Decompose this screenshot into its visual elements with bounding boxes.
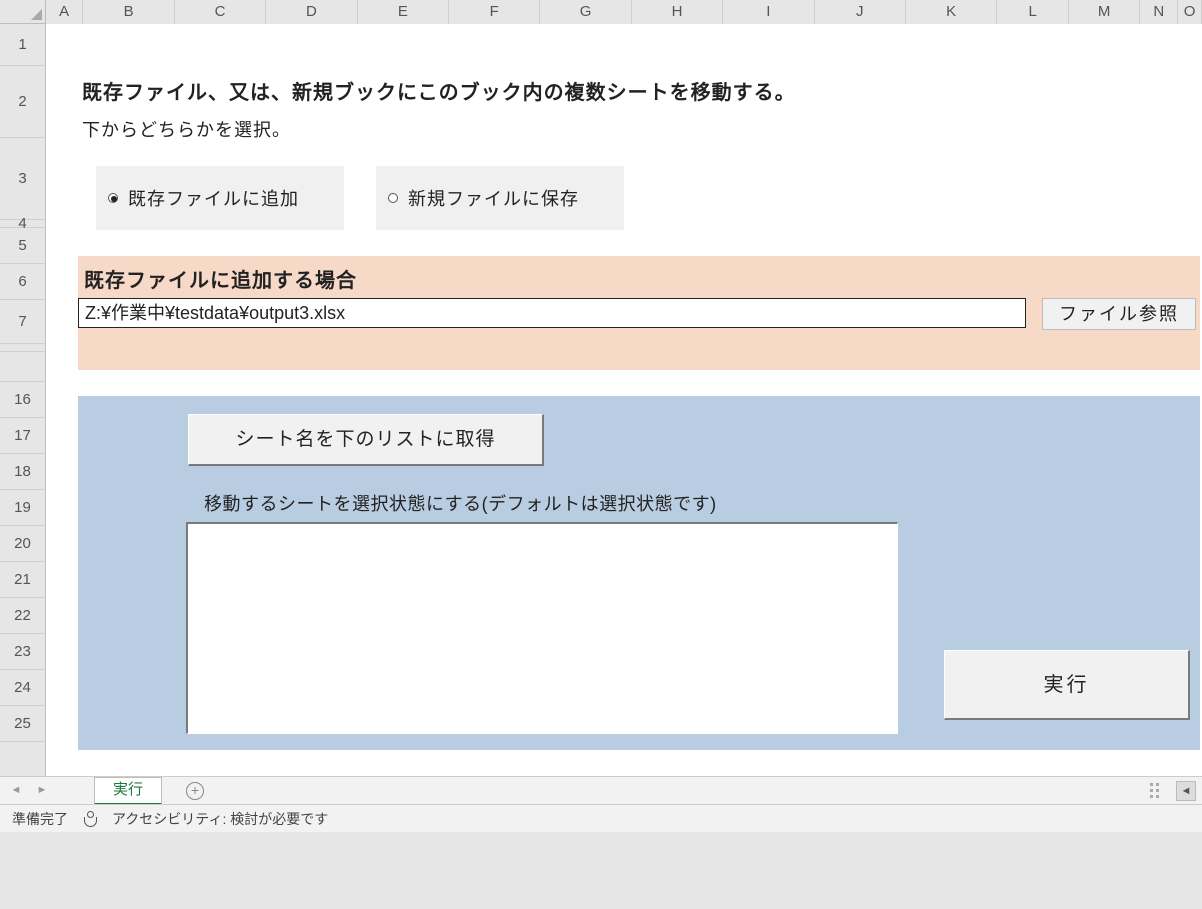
column-header[interactable]: E xyxy=(358,0,449,24)
column-header[interactable]: B xyxy=(83,0,174,24)
page-subtitle: 下からどちらかを選択。 xyxy=(82,116,291,142)
accessibility-icon[interactable] xyxy=(82,811,98,827)
excel-window: ABCDEFGHIJKLMNO 123456716171819202122232… xyxy=(0,0,1202,909)
column-header[interactable]: H xyxy=(632,0,723,24)
get-sheet-names-button[interactable]: シート名を下のリストに取得 xyxy=(188,414,544,466)
row-header[interactable]: 6 xyxy=(0,264,45,300)
row-header[interactable]: 24 xyxy=(0,670,45,706)
row-header[interactable]: 22 xyxy=(0,598,45,634)
column-header[interactable]: O xyxy=(1178,0,1202,24)
add-sheet-button[interactable]: + xyxy=(186,782,204,800)
column-header-row: ABCDEFGHIJKLMNO xyxy=(0,0,1202,24)
hscroll-left-button[interactable]: ◄ xyxy=(1176,781,1196,801)
tab-nav-next-icon[interactable]: ► xyxy=(32,781,52,801)
column-header[interactable]: K xyxy=(906,0,997,24)
radio-new-file[interactable]: 新規ファイルに保存 xyxy=(376,166,624,230)
radio-existing-label: 既存ファイルに追加 xyxy=(128,185,299,211)
column-header[interactable]: J xyxy=(815,0,906,24)
row-header[interactable] xyxy=(0,352,45,382)
sheet-list-label: 移動するシートを選択状態にする(デフォルトは選択状態です) xyxy=(204,490,717,516)
column-header[interactable]: G xyxy=(540,0,631,24)
tab-nav-prev-icon[interactable]: ◄ xyxy=(6,781,26,801)
radio-existing-file[interactable]: 既存ファイルに追加 xyxy=(96,166,344,230)
status-bar: 準備完了 アクセシビリティ: 検討が必要です xyxy=(0,804,1202,832)
tab-bar-grip-icon[interactable] xyxy=(1150,783,1164,799)
row-header[interactable]: 7 xyxy=(0,300,45,344)
row-header[interactable]: 4 xyxy=(0,220,45,228)
radio-dot-icon xyxy=(388,193,398,203)
column-header[interactable]: D xyxy=(266,0,357,24)
sheet-move-section: シート名を下のリストに取得 移動するシートを選択状態にする(デフォルトは選択状態… xyxy=(78,396,1200,750)
row-header[interactable]: 1 xyxy=(0,24,45,66)
existing-file-section: 既存ファイルに追加する場合 Z:¥作業中¥testdata¥output3.xl… xyxy=(78,256,1200,370)
column-header[interactable]: I xyxy=(723,0,814,24)
file-path-input[interactable]: Z:¥作業中¥testdata¥output3.xlsx xyxy=(78,298,1026,328)
row-header[interactable]: 18 xyxy=(0,454,45,490)
sheet-tab-bar: ◄ ► 実行 + ◄ xyxy=(0,776,1202,804)
select-all-corner[interactable] xyxy=(0,0,46,24)
column-header[interactable]: A xyxy=(46,0,84,24)
sheet-tab-active[interactable]: 実行 xyxy=(94,777,162,805)
sheet-listbox[interactable] xyxy=(186,522,898,734)
worksheet-area[interactable]: 既存ファイル、又は、新規ブックにこのブック内の複数シートを移動する。 下からどち… xyxy=(46,24,1202,776)
column-header[interactable]: F xyxy=(449,0,540,24)
row-header[interactable]: 16 xyxy=(0,382,45,418)
column-header[interactable]: N xyxy=(1140,0,1178,24)
row-header[interactable]: 5 xyxy=(0,228,45,264)
row-header[interactable]: 17 xyxy=(0,418,45,454)
run-button[interactable]: 実行 xyxy=(944,650,1190,720)
status-accessibility[interactable]: アクセシビリティ: 検討が必要です xyxy=(112,809,328,829)
row-header[interactable]: 20 xyxy=(0,526,45,562)
radio-new-label: 新規ファイルに保存 xyxy=(408,185,579,211)
existing-file-header: 既存ファイルに追加する場合 xyxy=(84,264,357,293)
row-header[interactable] xyxy=(0,344,45,352)
status-ready: 準備完了 xyxy=(12,809,68,829)
column-header[interactable]: L xyxy=(997,0,1069,24)
column-header[interactable]: C xyxy=(175,0,266,24)
radio-dot-icon xyxy=(108,193,118,203)
row-header[interactable]: 25 xyxy=(0,706,45,742)
row-header[interactable]: 23 xyxy=(0,634,45,670)
row-header[interactable]: 19 xyxy=(0,490,45,526)
row-header[interactable]: 3 xyxy=(0,138,45,220)
row-header[interactable]: 21 xyxy=(0,562,45,598)
row-header-column: 123456716171819202122232425 xyxy=(0,24,46,776)
browse-file-button[interactable]: ファイル参照 xyxy=(1042,298,1196,330)
page-title: 既存ファイル、又は、新規ブックにこのブック内の複数シートを移動する。 xyxy=(82,76,796,105)
column-header[interactable]: M xyxy=(1069,0,1141,24)
row-header[interactable]: 2 xyxy=(0,66,45,138)
